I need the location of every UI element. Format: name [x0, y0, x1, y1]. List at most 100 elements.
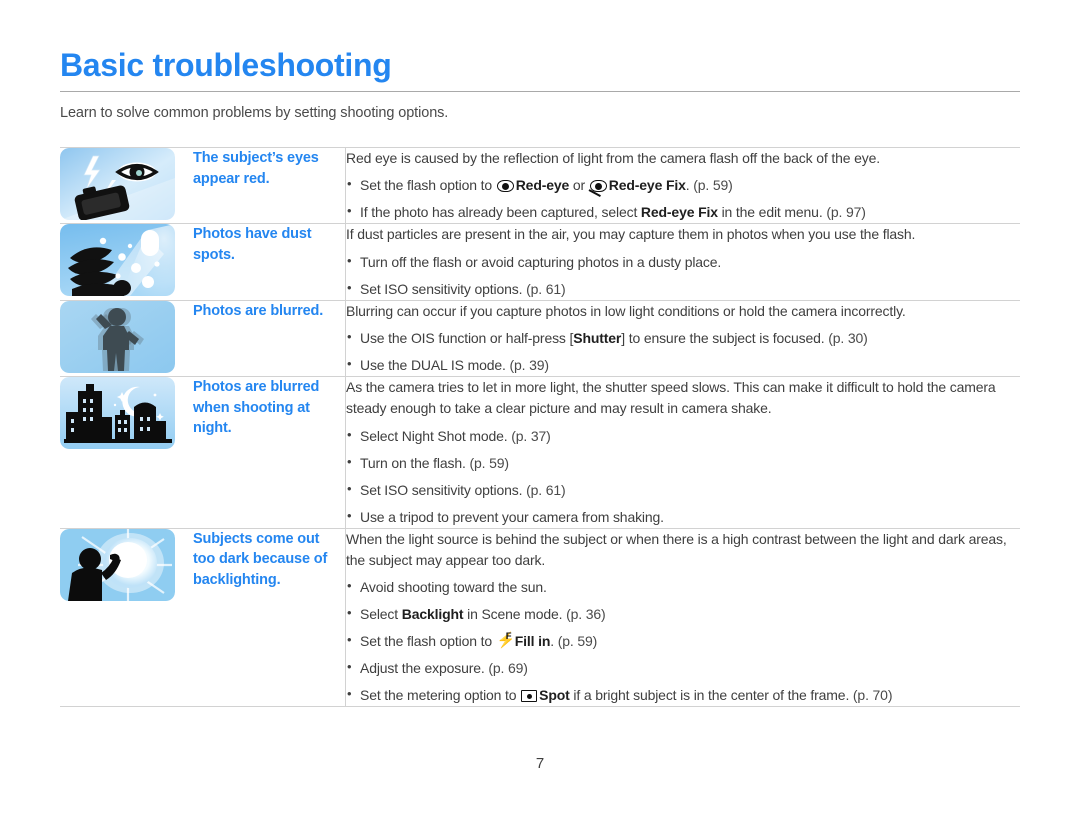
blurred-person-illustration [60, 300, 175, 373]
solution-bullet-item: Set ISO sensitivity options. (p. 61) [346, 278, 1020, 300]
table-row: Subjects come out too dark because of ba… [60, 527, 1020, 708]
solution-bullet-list: Use the OIS function or half-press [Shut… [346, 327, 1020, 376]
page-reference: (p. 59) [693, 177, 733, 194]
bullet-text: Set ISO sensitivity options. [360, 481, 527, 498]
bullet-text: or [569, 177, 589, 194]
page-reference: (p. 70) [852, 687, 893, 704]
bullet-text: Use the OIS function or half-press [ [360, 329, 574, 346]
emphasis-text: Shutter [573, 329, 622, 346]
bullet-text: Set the flash option to [360, 633, 496, 650]
solution-description: If dust particles are present in the air… [346, 226, 916, 243]
table-body: The subject’s eyes appear red. Red eye is… [60, 147, 1020, 708]
row-problem-label: Subjects come out too dark because of ba… [193, 530, 328, 588]
bullet-text: Turn off the flash or avoid capturing ph… [360, 253, 722, 270]
row-problem-cell: Photos are blurred. [193, 299, 346, 377]
solution-bullet-list: Avoid shooting toward the sun. Select Bac… [346, 576, 1020, 706]
page-number: 7 [535, 755, 545, 772]
row-problem-cell: Subjects come out too dark because of ba… [193, 527, 346, 708]
solution-bullet-item: Set ISO sensitivity options. (p. 61) [346, 479, 1020, 501]
page-reference: (p. 61) [526, 481, 566, 498]
dust-spots-illustration [60, 224, 175, 297]
document-page: Basic troubleshooting Learn to solve com… [0, 0, 1080, 815]
row-problem-cell: Photos are blurred when shooting at nigh… [193, 375, 346, 529]
row-solution-cell: Red eye is caused by the reflection of l… [345, 147, 1020, 225]
fill-in-flash-icon: ⚡ F [496, 631, 516, 650]
red-eye-icon [496, 180, 514, 193]
solution-description: Red eye is caused by the reflection of l… [346, 150, 880, 167]
bullet-text: Set ISO sensitivity options. [360, 280, 527, 297]
solution-bullet-item: Turn off the flash or avoid capturing ph… [346, 251, 1020, 273]
page-reference: (p. 37) [511, 427, 551, 444]
emphasis-text: Red-eye Fix [640, 204, 718, 221]
page-reference: (p. 39) [509, 356, 549, 373]
red-eye-fix-icon [588, 180, 607, 198]
solution-bullet-list: Set the flash option to Red-eye or Red-e… [346, 174, 1020, 223]
bullet-text: Use a tripod to prevent your camera from… [360, 508, 664, 525]
row-problem-label: Photos have dust spots. [193, 226, 312, 264]
bullet-text: Set the metering option to [360, 687, 521, 704]
emphasis-text: Fill in [514, 633, 551, 650]
row-problem-label: Photos are blurred when shooting at nigh… [193, 378, 320, 437]
bullet-text: in Scene mode. [463, 606, 567, 623]
table-row: Photos are blurred. Blurring can occur if… [60, 299, 1020, 377]
emphasis-text: Backlight [401, 606, 464, 623]
solution-description: Blurring can occur if you capture photos… [346, 302, 906, 319]
row-illustration-cell [60, 223, 193, 301]
page-reference: (p. 61) [526, 280, 566, 297]
page-title: Basic troubleshooting [60, 47, 392, 83]
page-reference: (p. 97) [826, 204, 866, 221]
solution-bullet-item: Use the DUAL IS mode. (p. 39) [346, 354, 1020, 376]
row-problem-cell: Photos have dust spots. [193, 223, 346, 301]
bullet-text: in the edit menu. [717, 204, 827, 221]
row-problem-label: The subject’s eyes appear red. [193, 150, 319, 187]
emphasis-text: Red-eye Fix [608, 177, 686, 194]
solution-bullet-item: Use the OIS function or half-press [Shut… [346, 327, 1020, 349]
solution-bullet-item: Use a tripod to prevent your camera from… [346, 506, 1020, 528]
night-city-illustration [60, 376, 175, 449]
page-reference: (p. 69) [488, 660, 528, 677]
bullet-text: Set the flash option to [360, 177, 496, 194]
row-solution-cell: When the light source is behind the subj… [345, 527, 1020, 708]
bullet-text: if a bright subject is in the center of … [569, 687, 853, 704]
page-subtitle: Learn to solve common problems by settin… [60, 105, 449, 122]
page-reference: (p. 36) [566, 606, 606, 623]
title-divider [60, 91, 1020, 93]
solution-bullet-item: Avoid shooting toward the sun. [346, 576, 1020, 598]
row-problem-label: Photos are blurred. [193, 302, 324, 319]
bullet-text: Adjust the exposure. [360, 660, 489, 677]
row-illustration-cell [60, 527, 193, 708]
bullet-text: ] to ensure the subject is focused. [621, 329, 829, 346]
solution-bullet-list: Select Night Shot mode. (p. 37) Turn on t… [346, 425, 1020, 528]
table-row: The subject’s eyes appear red. Red eye is… [60, 147, 1020, 225]
page-reference: (p. 59) [469, 454, 509, 471]
solution-description: As the camera tries to let in more light… [346, 378, 996, 417]
page-reference: (p. 30) [828, 329, 868, 346]
backlight-sun-illustration [60, 528, 175, 601]
solution-bullet-item: Set the flash option to ⚡FFill in. (p. 5… [346, 630, 1020, 652]
bullet-text: Select Night Shot mode. [360, 427, 512, 444]
solution-bullet-item: Set the metering option to Spot if a bri… [346, 684, 1020, 706]
row-solution-cell: If dust particles are present in the air… [345, 223, 1020, 301]
solution-bullet-item: Set the flash option to Red-eye or Red-e… [346, 174, 1020, 198]
row-solution-cell: Blurring can occur if you capture photos… [345, 299, 1020, 377]
solution-bullet-item: Turn on the flash. (p. 59) [346, 452, 1020, 474]
bullet-text: Turn on the flash. [360, 454, 470, 471]
row-problem-cell: The subject’s eyes appear red. [193, 147, 346, 225]
spot-metering-icon [521, 690, 538, 703]
bullet-text: If the photo has already been captured, … [360, 204, 641, 221]
emphasis-text: Red-eye [515, 177, 570, 194]
row-illustration-cell [60, 147, 193, 225]
table-row: Photos are blurred when shooting at nigh… [60, 375, 1020, 529]
bullet-text: . [550, 633, 558, 650]
solution-bullet-item: If the photo has already been captured, … [346, 201, 1020, 223]
solution-bullet-item: Adjust the exposure. (p. 69) [346, 657, 1020, 679]
table-row: Photos have dust spots. If dust particles… [60, 223, 1020, 301]
solution-bullet-item: Select Backlight in Scene mode. (p. 36) [346, 603, 1020, 625]
bullet-text: Avoid shooting toward the sun. [360, 579, 547, 596]
bullet-text: Select [360, 606, 402, 623]
camera-flash-red-eye-illustration [60, 148, 175, 221]
emphasis-text: Spot [539, 687, 570, 704]
row-solution-cell: As the camera tries to let in more light… [345, 375, 1020, 529]
page-reference: (p. 59) [557, 633, 598, 650]
solution-bullet-item: Select Night Shot mode. (p. 37) [346, 425, 1020, 447]
